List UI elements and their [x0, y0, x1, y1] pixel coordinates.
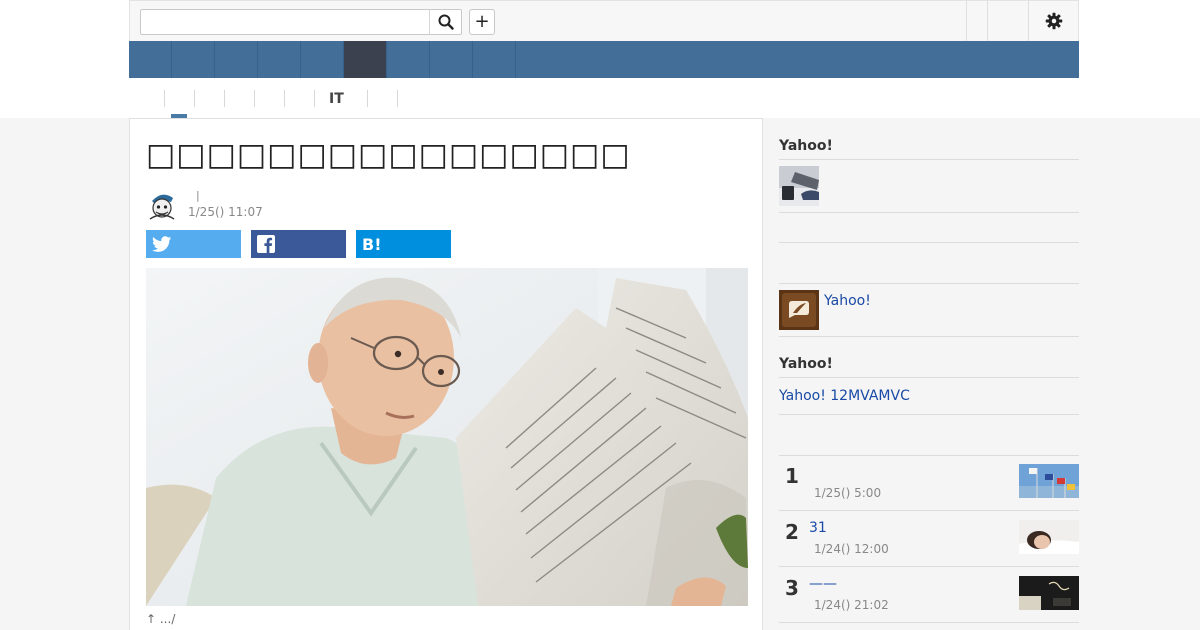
ranking-date: 1/24() 12:00: [814, 542, 889, 556]
ranking-date: 1/25() 5:00: [814, 486, 882, 500]
search-icon: [438, 14, 454, 30]
subnav-item[interactable]: [194, 90, 224, 107]
divider: [779, 242, 1079, 243]
search-box: [140, 9, 462, 35]
divider: [779, 414, 1079, 415]
nav-item[interactable]: [430, 41, 473, 78]
photo-caption: ↑ .../: [146, 612, 176, 626]
hatena-bookmark-button[interactable]: B!: [356, 230, 451, 258]
column-logo-icon[interactable]: [779, 290, 819, 330]
subnav-item-it[interactable]: IT: [329, 91, 344, 107]
sidebar-link[interactable]: Yahoo! 12MVAMVC: [779, 388, 910, 404]
subnav-item[interactable]: [397, 90, 427, 107]
sidebar-link[interactable]: Yahoo!: [824, 293, 871, 309]
sidebar-section-heading: Yahoo!: [779, 138, 833, 154]
twitter-icon: [152, 235, 172, 252]
search-input[interactable]: [141, 10, 429, 34]
subnav-item[interactable]: [224, 90, 254, 107]
author-separator: |: [196, 189, 200, 202]
subnav-item[interactable]: [164, 90, 194, 107]
rank-number: 2: [785, 520, 799, 544]
settings-button[interactable]: [1030, 1, 1078, 41]
divider: [779, 455, 1079, 456]
subnav-item[interactable]: [284, 90, 314, 107]
nav-item[interactable]: [301, 41, 344, 78]
nav-item[interactable]: [215, 41, 258, 78]
facebook-icon: [257, 235, 275, 253]
divider: [779, 510, 1079, 511]
article-card: □□□□□□□□□□□□□□□□ | 1/25() 11:07 B! ↑ ...…: [129, 118, 763, 630]
sub-nav: IT: [129, 82, 1079, 118]
subnav-item[interactable]: [254, 90, 284, 107]
main-nav: [129, 41, 1079, 78]
nav-item-active[interactable]: [344, 41, 387, 78]
ranking-thumbnail[interactable]: [1019, 520, 1079, 554]
hatena-label: B!: [362, 234, 382, 254]
divider: [779, 159, 1079, 160]
article-date: 1/25() 11:07: [188, 205, 263, 219]
divider: [779, 336, 1079, 337]
gear-icon: [1045, 12, 1063, 30]
rank-number: 1: [785, 464, 799, 488]
search-button[interactable]: [429, 10, 461, 34]
author-avatar[interactable]: [146, 189, 178, 221]
divider: [779, 283, 1079, 284]
header-bar: +: [129, 0, 1079, 41]
nav-item[interactable]: [258, 41, 301, 78]
article-photo: [146, 268, 748, 606]
nav-item[interactable]: [129, 41, 172, 78]
nav-item[interactable]: [473, 41, 516, 78]
sidebar-thumbnail[interactable]: [779, 166, 819, 206]
facebook-share-button[interactable]: [251, 230, 346, 258]
nav-item[interactable]: [172, 41, 215, 78]
rank-number: 3: [785, 576, 799, 600]
divider: [779, 377, 1079, 378]
add-button[interactable]: +: [469, 9, 495, 35]
article-title: □□□□□□□□□□□□□□□□: [146, 137, 631, 173]
header-divider: [1028, 1, 1029, 41]
ranking-thumbnail[interactable]: [1019, 576, 1079, 610]
divider: [779, 566, 1079, 567]
header-divider: [987, 1, 988, 41]
divider: [779, 622, 1079, 623]
ranking-date: 1/24() 21:02: [814, 598, 889, 612]
ranking-title[interactable]: 31: [809, 520, 827, 536]
sidebar-section-heading: Yahoo!: [779, 356, 833, 372]
twitter-share-button[interactable]: [146, 230, 241, 258]
subnav-item[interactable]: [367, 90, 397, 107]
sidebar: Yahoo! Yahoo! Yahoo! Yahoo! 12MVAMVC 1 1…: [779, 118, 1079, 630]
ranking-title[interactable]: ——: [809, 576, 837, 592]
header-divider: [966, 1, 967, 41]
nav-item[interactable]: [387, 41, 430, 78]
ranking-thumbnail[interactable]: [1019, 464, 1079, 498]
divider: [779, 212, 1079, 213]
